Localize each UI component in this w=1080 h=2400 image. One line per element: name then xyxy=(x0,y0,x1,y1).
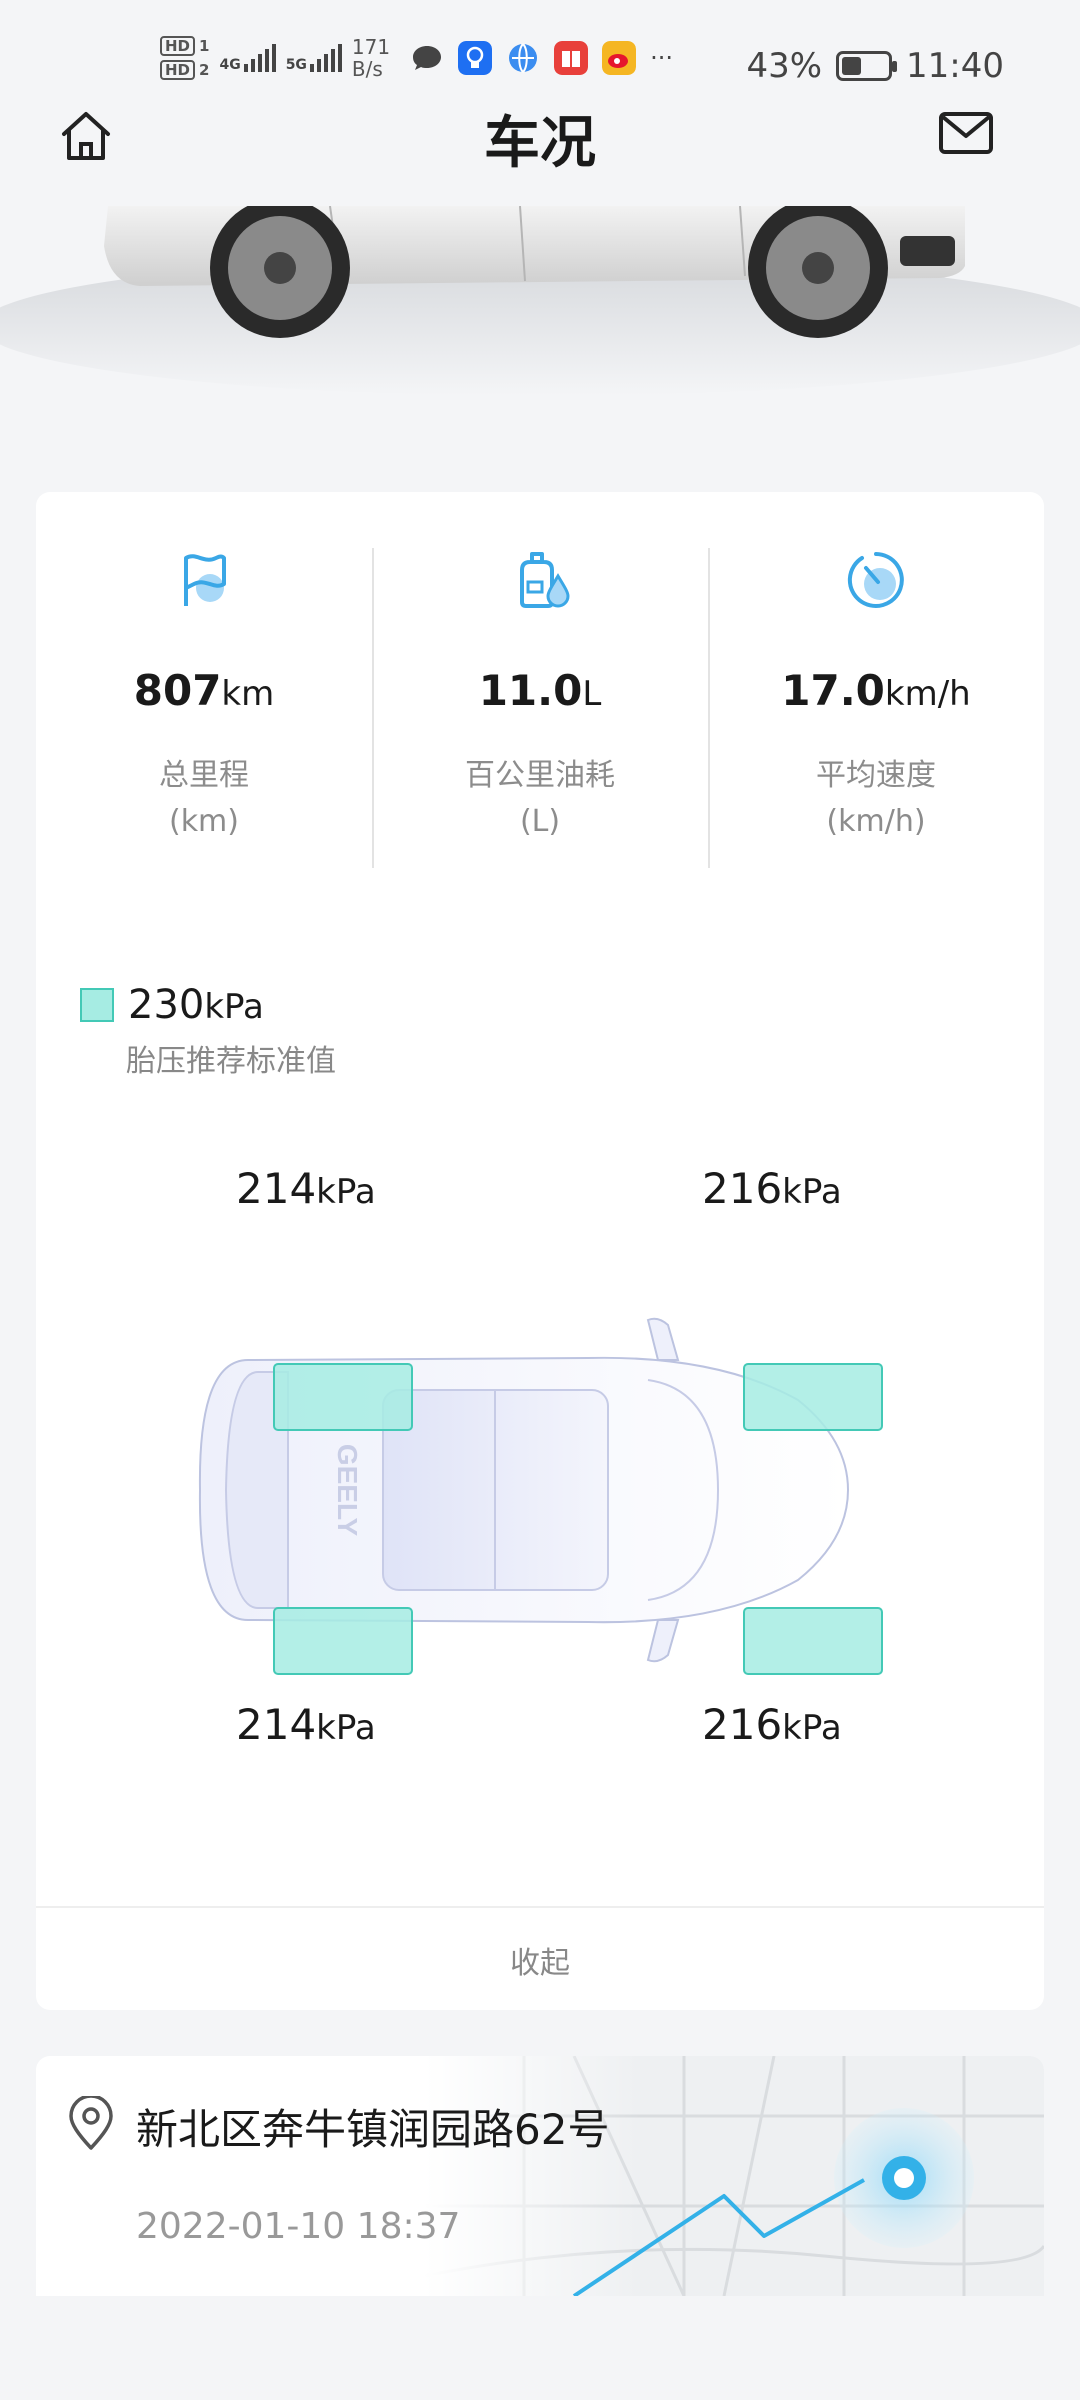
stat-average-speed: 17.0km/h 平均速度 (km/h) xyxy=(708,548,1044,868)
car-top-view-diagram: GEELY xyxy=(198,1317,883,1675)
browser-app-icon xyxy=(509,43,538,73)
battery-icon xyxy=(836,51,898,81)
page-title: 车况 xyxy=(484,111,596,176)
network-speed: 171 B/s xyxy=(351,35,391,81)
trip-stats: 807km 总里程 (km) 11.0L 百公里油耗 (L) 17.0km/h 平均… xyxy=(36,548,1044,868)
message-icon xyxy=(413,46,442,70)
tire-front-left-pressure: 214kPa xyxy=(236,1164,376,1213)
tire-pressure-legend: 230kPa xyxy=(80,982,264,1028)
tire-rear-right-pressure: 216kPa xyxy=(702,1700,842,1749)
car-side-image xyxy=(0,206,1080,456)
notification-icons: ··· xyxy=(410,41,673,75)
hd-badges: HD 1 HD 2 xyxy=(160,36,209,80)
speed-icon xyxy=(847,552,904,608)
card-divider xyxy=(36,1906,1044,1908)
location-address: 新北区奔牛镇润园路62号 xyxy=(136,2105,610,2154)
signal-5g: 5G xyxy=(286,44,342,72)
status-bar: HD 1 HD 2 4G 5G 171 B/s ··· 43% 11:40 xyxy=(0,0,1080,100)
recommended-pressure-label: 胎压推荐标准值 xyxy=(126,1044,336,1079)
flag-icon xyxy=(184,554,226,606)
status-right: 43% 11:40 xyxy=(746,46,1004,86)
tire-front-left-zone xyxy=(273,1363,413,1431)
tire-front-right-pressure: 216kPa xyxy=(702,1164,842,1213)
location-datetime: 2022-01-10 18:37 xyxy=(136,2206,461,2247)
fuel-icon xyxy=(520,552,570,608)
bulb-app-icon xyxy=(458,41,493,75)
stat-total-mileage: 807km 总里程 (km) xyxy=(36,548,372,868)
stat-fuel-consumption: 11.0L 百公里油耗 (L) xyxy=(372,548,708,868)
signal-bars-icon xyxy=(243,44,276,72)
location-card[interactable]: 新北区奔牛镇润园路62号 2022-01-10 18:37 xyxy=(36,2056,1044,2296)
mail-icon[interactable] xyxy=(938,110,994,158)
tire-front-right-zone xyxy=(743,1363,883,1431)
battery-percent: 43% xyxy=(746,46,823,86)
tire-rear-left-pressure: 214kPa xyxy=(236,1700,376,1749)
map-thumbnail[interactable] xyxy=(424,2056,1044,2296)
more-notifications: ··· xyxy=(650,44,673,72)
hd-badge-1: HD 1 xyxy=(160,36,209,56)
hd-badge-2: HD 2 xyxy=(160,60,209,80)
collapse-button[interactable]: 收起 xyxy=(36,1924,1044,2004)
tire-rear-right-zone xyxy=(743,1607,883,1675)
battery-fill xyxy=(842,57,861,75)
legend-swatch xyxy=(80,988,114,1022)
clock: 11:40 xyxy=(906,46,1004,86)
weibo-app-icon xyxy=(602,41,637,75)
location-pin-icon xyxy=(69,2096,113,2150)
recommended-pressure: 230kPa xyxy=(128,982,264,1028)
signal-4g: 4G xyxy=(219,44,276,72)
car-side-illustration xyxy=(0,206,1080,456)
status-left: HD 1 HD 2 4G 5G 171 B/s ··· xyxy=(160,36,673,80)
car-badge: GEELY xyxy=(332,1444,363,1537)
vehicle-status-card: 807km 总里程 (km) 11.0L 百公里油耗 (L) 17.0km/h 平均… xyxy=(36,492,1044,2010)
signal-bars-icon xyxy=(309,44,342,72)
tire-rear-left-zone xyxy=(273,1607,413,1675)
book-app-icon xyxy=(554,41,589,75)
